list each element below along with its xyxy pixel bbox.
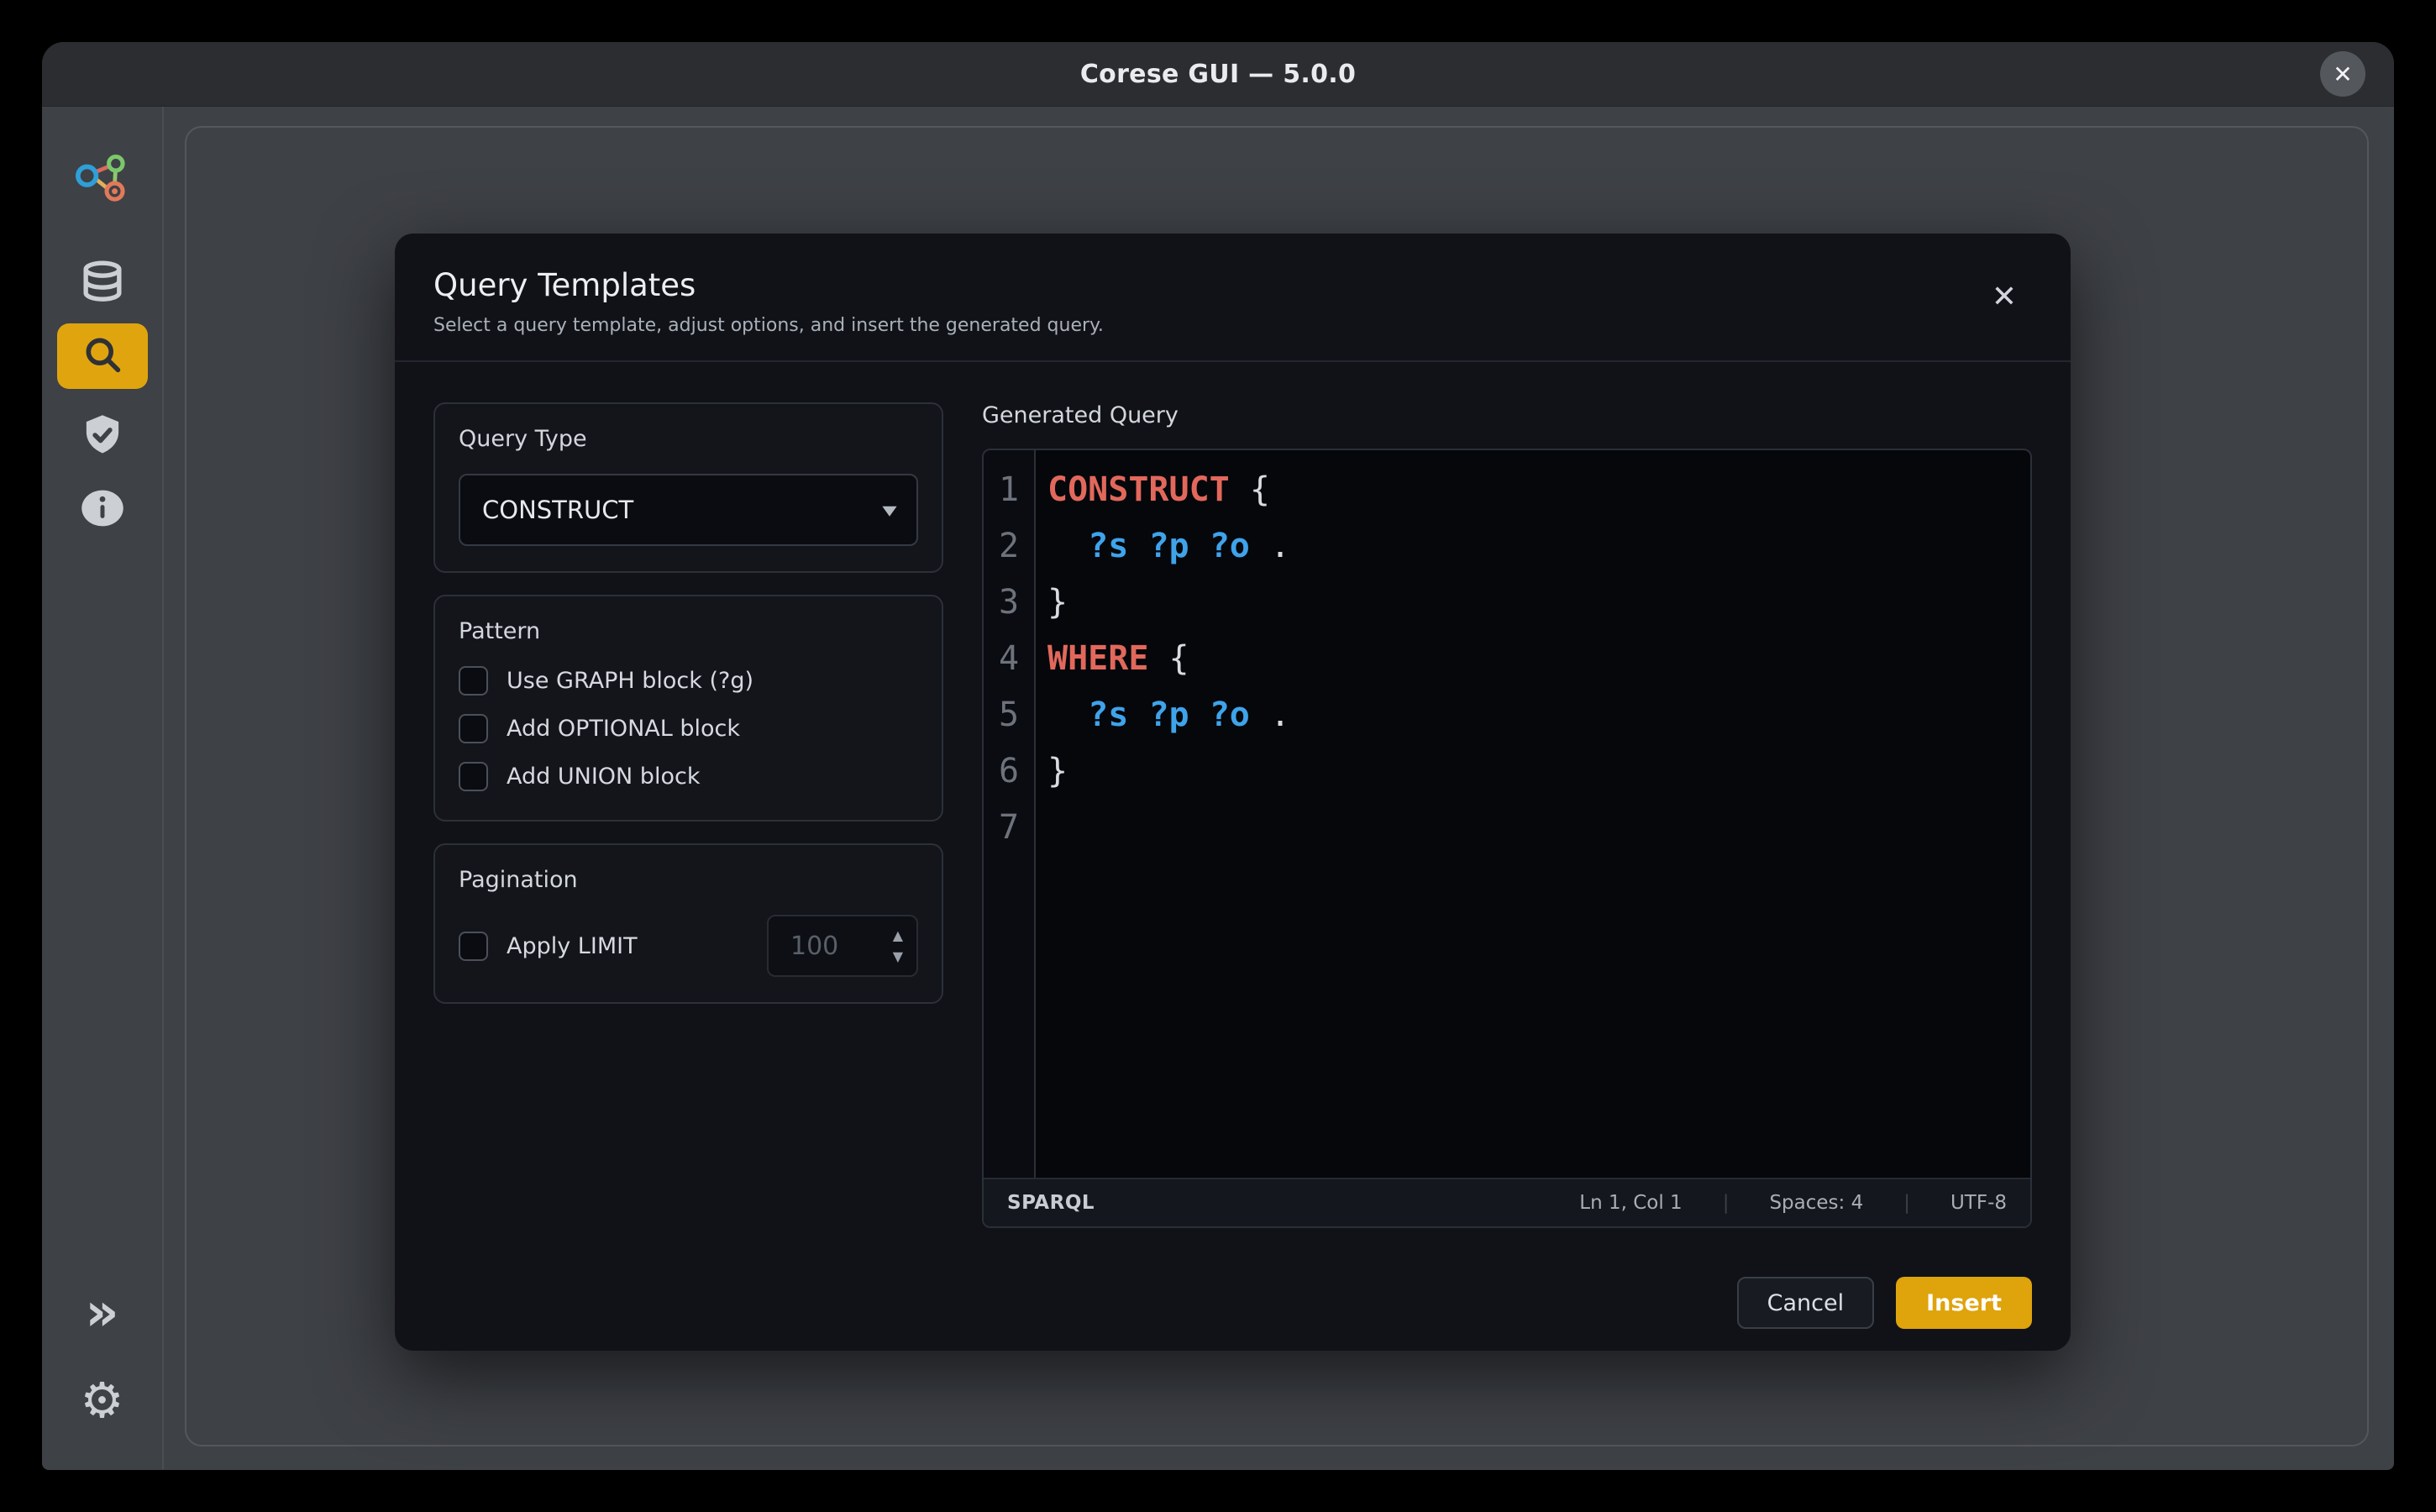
line-number: 6 — [984, 743, 1034, 800]
window-body: » ⚙ Query Templates Select a query templ… — [42, 107, 2394, 1469]
pattern-checkbox[interactable] — [459, 762, 488, 791]
query-type-label: Query Type — [459, 426, 918, 452]
dialog-close-button[interactable]: ✕ — [1982, 274, 2027, 319]
sidebar-item-validation[interactable] — [78, 411, 127, 459]
pagination-label: Pagination — [459, 867, 918, 893]
close-icon: ✕ — [2333, 60, 2352, 88]
sidebar-item-query[interactable] — [57, 323, 148, 389]
apply-limit-row: Apply LIMIT 100 ▲ ▼ — [459, 915, 918, 977]
window-title: Corese GUI — 5.0.0 — [1080, 60, 1356, 89]
pattern-options: Use GRAPH block (?g) Add OPTIONAL block Ad… — [459, 666, 918, 791]
pattern-panel: Pattern Use GRAPH block (?g) Add OPTIONAL… — [433, 595, 943, 822]
query-type-value: CONSTRUCT — [482, 496, 633, 524]
code-line: ?s ?p ?o . — [1047, 518, 2030, 575]
status-right-group: Ln 1, Col 1 | Spaces: 4 | UTF-8 — [1579, 1192, 2007, 1214]
query-editor: 1234567 CONSTRUCT { ?s ?p ?o .}WHERE { ?… — [982, 449, 2032, 1228]
dialog-header: Query Templates Select a query template,… — [395, 234, 2071, 362]
window-close-button[interactable]: ✕ — [2320, 51, 2365, 97]
spinner-down-icon[interactable]: ▼ — [893, 950, 903, 963]
code-line: CONSTRUCT { — [1047, 462, 2030, 518]
dialog-body: Query Type CONSTRUCT ▾ Pattern Use GRAPH… — [395, 362, 2071, 1228]
pattern-checkbox[interactable] — [459, 666, 488, 696]
main-content: Query Templates Select a query template,… — [164, 107, 2394, 1469]
pattern-option-row: Add UNION block — [459, 762, 918, 791]
query-type-panel: Query Type CONSTRUCT ▾ — [433, 402, 943, 573]
editor-code: CONSTRUCT { ?s ?p ?o .}WHERE { ?s ?p ?o … — [1036, 450, 2030, 1178]
status-separator: | — [1903, 1192, 1910, 1214]
chevron-down-icon: ▾ — [882, 498, 896, 522]
screen: Corese GUI — 5.0.0 ✕ — [0, 0, 2436, 1512]
code-line: } — [1047, 743, 2030, 800]
spinner-up-icon[interactable]: ▲ — [893, 929, 903, 942]
sidebar-settings-button[interactable]: ⚙ — [73, 1371, 132, 1430]
pattern-option-label: Add OPTIONAL block — [507, 716, 740, 742]
status-language: SPARQL — [1007, 1192, 1095, 1214]
pattern-option-row: Use GRAPH block (?g) — [459, 666, 918, 696]
sidebar-item-data[interactable] — [77, 258, 128, 308]
code-line: } — [1047, 575, 2030, 631]
code-line: ?s ?p ?o . — [1047, 687, 2030, 743]
dialog-title: Query Templates — [433, 267, 2032, 303]
line-number: 1 — [984, 462, 1034, 518]
line-number: 7 — [984, 800, 1034, 856]
editor-gutter: 1234567 — [984, 450, 1036, 1178]
cancel-button[interactable]: Cancel — [1737, 1277, 1874, 1329]
pattern-option-label: Use GRAPH block (?g) — [507, 668, 753, 694]
pattern-checkbox[interactable] — [459, 714, 488, 743]
pattern-option-row: Add OPTIONAL block — [459, 714, 918, 743]
insert-button[interactable]: Insert — [1896, 1277, 2032, 1329]
corese-logo-icon — [71, 149, 134, 213]
editor-statusbar: SPARQL Ln 1, Col 1 | Spaces: 4 | UTF-8 — [984, 1178, 2030, 1226]
line-number: 3 — [984, 575, 1034, 631]
pattern-label: Pattern — [459, 618, 918, 644]
sidebar-item-info[interactable] — [79, 485, 126, 532]
line-number: 2 — [984, 518, 1034, 575]
code-line: WHERE { — [1047, 631, 2030, 687]
status-cursor-position: Ln 1, Col 1 — [1579, 1192, 1682, 1214]
dialog-subtitle: Select a query template, adjust options,… — [433, 315, 2032, 336]
chevrons-right-icon: » — [85, 1286, 118, 1338]
pattern-option-label: Add UNION block — [507, 764, 700, 790]
sidebar: » ⚙ — [42, 107, 164, 1469]
query-type-select[interactable]: CONSTRUCT ▾ — [459, 474, 918, 546]
apply-limit-checkbox[interactable] — [459, 932, 488, 961]
status-separator: | — [1723, 1192, 1730, 1214]
query-templates-dialog: Query Templates Select a query template,… — [395, 234, 2071, 1351]
sidebar-expand-button[interactable]: » — [73, 1283, 132, 1341]
generated-query-label: Generated Query — [982, 402, 2032, 428]
gear-icon: ⚙ — [81, 1376, 124, 1425]
status-encoding: UTF-8 — [1950, 1192, 2007, 1214]
generated-query-column: Generated Query 1234567 CONSTRUCT { ?s ?… — [982, 402, 2032, 1228]
dialog-footer: Cancel Insert — [1737, 1277, 2032, 1329]
code-line — [1047, 800, 2030, 856]
line-number: 5 — [984, 687, 1034, 743]
search-icon — [81, 333, 124, 380]
close-icon: ✕ — [1992, 280, 2017, 314]
pagination-panel: Pagination Apply LIMIT 100 ▲ ▼ — [433, 843, 943, 1004]
limit-spinner[interactable]: 100 ▲ ▼ — [767, 915, 918, 977]
apply-limit-label: Apply LIMIT — [507, 933, 638, 959]
status-indentation: Spaces: 4 — [1769, 1192, 1863, 1214]
limit-value: 100 — [790, 932, 893, 961]
app-window: Corese GUI — 5.0.0 ✕ — [42, 42, 2394, 1470]
line-number: 4 — [984, 631, 1034, 687]
editor-area[interactable]: 1234567 CONSTRUCT { ?s ?p ?o .}WHERE { ?… — [984, 450, 2030, 1178]
spinner-arrows: ▲ ▼ — [893, 929, 903, 963]
options-column: Query Type CONSTRUCT ▾ Pattern Use GRAPH… — [433, 402, 943, 1228]
titlebar: Corese GUI — 5.0.0 ✕ — [42, 42, 2394, 107]
